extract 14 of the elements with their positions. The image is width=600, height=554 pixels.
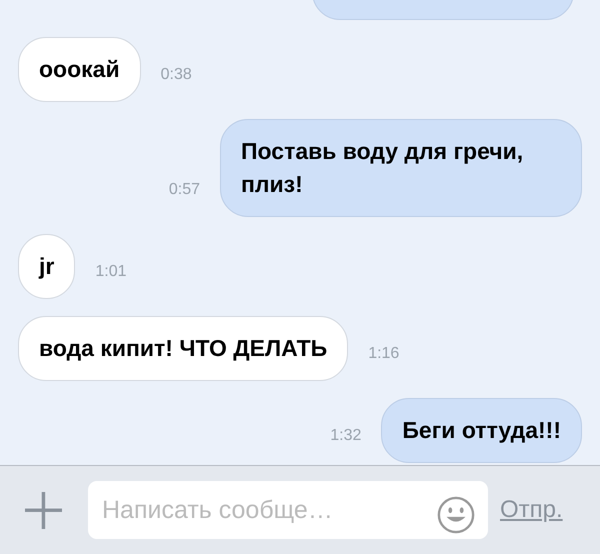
message-time: 1:32 bbox=[330, 427, 362, 446]
message-time: 0:38 bbox=[160, 66, 192, 85]
message-time: 1:16 bbox=[368, 345, 400, 364]
smiley-icon[interactable] bbox=[437, 496, 475, 534]
message-bubble: Беги оттуда!!! bbox=[381, 398, 582, 463]
message-time: 1:01 bbox=[95, 263, 126, 282]
send-link[interactable]: Отпр. bbox=[500, 496, 563, 524]
message-bubble: ооокай bbox=[18, 37, 141, 102]
message-bubble: jr bbox=[18, 234, 76, 299]
message-input-field[interactable]: Написать сообще… bbox=[88, 481, 488, 539]
message-bubble: вода кипит! ЧТО ДЕЛАТЬ bbox=[18, 316, 348, 381]
message-bubble: Поставь воду для гречи, плиз! bbox=[220, 119, 582, 217]
message-time: 0:57 bbox=[168, 181, 200, 200]
add-icon[interactable] bbox=[25, 492, 62, 528]
